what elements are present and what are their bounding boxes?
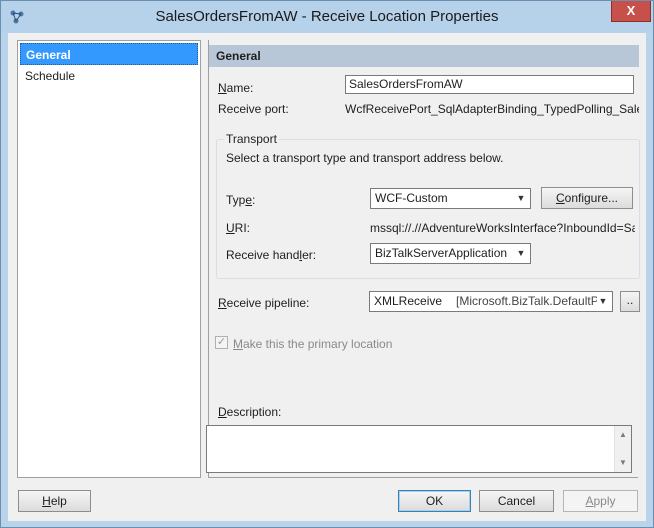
title-bar[interactable]: SalesOrdersFromAW - Receive Location Pro…	[1, 1, 653, 33]
chevron-down-icon: ▼	[597, 292, 609, 311]
description-field[interactable]: ▲ ▼	[206, 425, 632, 473]
transport-group-title: Transport	[224, 132, 279, 146]
scroll-down-icon[interactable]: ▼	[615, 455, 631, 471]
help-button[interactable]: Help	[18, 490, 91, 512]
receive-port-label: Receive port:	[218, 102, 289, 116]
type-label: Type:	[226, 193, 256, 207]
close-icon: X	[626, 3, 636, 18]
description-label: Description:	[218, 405, 282, 419]
window-title: SalesOrdersFromAW - Receive Location Pro…	[155, 8, 499, 25]
cancel-button[interactable]: Cancel	[479, 490, 554, 512]
configure-button[interactable]: Configure...	[541, 187, 633, 209]
scroll-up-icon[interactable]: ▲	[615, 427, 631, 443]
close-button[interactable]: X	[611, 1, 651, 22]
primary-location-label: Make this the primary location	[233, 337, 393, 351]
description-scrollbar[interactable]: ▲ ▼	[614, 426, 631, 472]
pipeline-assembly: [Microsoft.BizTalk.DefaultPip	[456, 294, 609, 308]
name-label: Name:	[218, 81, 254, 95]
chevron-down-icon: ▼	[516, 248, 526, 258]
nav-item-schedule[interactable]: Schedule	[20, 65, 198, 87]
nav-item-general[interactable]: General	[20, 43, 198, 65]
page-navigation: General Schedule	[17, 40, 201, 478]
properties-dialog: SalesOrdersFromAW - Receive Location Pro…	[0, 0, 654, 528]
uri-label: URI:	[226, 221, 251, 235]
transport-group: Transport Select a transport type and tr…	[216, 132, 640, 279]
primary-location-checkbox[interactable]: ✓	[215, 336, 228, 349]
receive-handler-dropdown[interactable]: BizTalkServerApplication ▼	[370, 243, 531, 264]
pipeline-browse-button[interactable]: ..	[620, 291, 640, 312]
uri-value: mssql://.//AdventureWorksInterface?Inbou…	[370, 221, 635, 235]
receive-pipeline-label: Receive pipeline:	[218, 296, 310, 310]
receive-handler-value: BizTalkServerApplication	[375, 246, 508, 260]
transport-type-value: WCF-Custom	[375, 191, 448, 205]
transport-type-dropdown[interactable]: WCF-Custom ▼	[370, 188, 531, 209]
pipeline-name: XMLReceive	[374, 294, 443, 308]
panel-header: General	[209, 45, 639, 67]
receive-port-value: WcfReceivePort_SqlAdapterBinding_TypedPo…	[345, 102, 639, 116]
ok-button[interactable]: OK	[398, 490, 471, 512]
chevron-down-icon: ▼	[516, 193, 526, 203]
receive-pipeline-dropdown[interactable]: XMLReceive [Microsoft.BizTalk.DefaultPip…	[369, 291, 613, 312]
receive-handler-label: Receive handler:	[226, 248, 317, 262]
apply-button[interactable]: Apply	[563, 490, 638, 512]
name-field[interactable]: SalesOrdersFromAW	[345, 75, 634, 94]
general-panel: General Name: SalesOrdersFromAW Receive …	[208, 40, 640, 478]
transport-instruction: Select a transport type and transport ad…	[226, 151, 504, 165]
